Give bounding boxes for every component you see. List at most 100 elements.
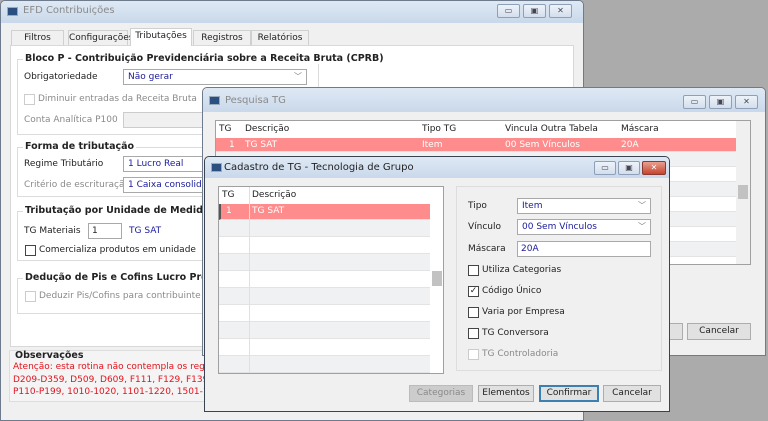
select-value: Item	[522, 201, 543, 211]
table-row[interactable]	[219, 254, 430, 271]
vinculo-select[interactable]: 00 Sem Vínculos ﹀	[517, 219, 651, 235]
select-value: 00 Sem Vínculos	[522, 222, 597, 232]
regime-select[interactable]: 1 Lucro Real	[123, 156, 213, 172]
obrigatoriedade-select[interactable]: Não gerar ﹀	[123, 69, 307, 85]
cell: 20A	[621, 140, 639, 150]
label: Regime Tributário	[24, 159, 104, 169]
col-descricao[interactable]: Descrição	[249, 187, 296, 203]
checkbox-label: TG Conversora	[482, 328, 549, 338]
tg-description: TG SAT	[129, 226, 162, 236]
chevron-down-icon: ﹀	[638, 222, 646, 231]
col-tg[interactable]: TG	[219, 187, 234, 203]
grid-header: TG Descrição	[219, 187, 430, 203]
window-title: Pesquisa TG	[225, 95, 286, 106]
tab-relatorios[interactable]: Relatórios	[251, 30, 309, 46]
scroll-thumb[interactable]	[738, 185, 748, 199]
table-row[interactable]: 1 TG SAT	[219, 204, 430, 220]
criterio-select[interactable]: 1 Caixa consolidado	[123, 177, 218, 193]
tab-configuracoes[interactable]: Configurações	[68, 30, 133, 46]
table-row[interactable]	[219, 220, 430, 237]
col-mascara[interactable]: Máscara	[618, 121, 659, 137]
col-tg[interactable]: TG	[216, 121, 231, 137]
confirmar-button[interactable]: Confirmar	[539, 385, 599, 402]
checkbox-label: Varia por Empresa	[482, 307, 565, 317]
cell: TG SAT	[245, 140, 278, 150]
tab-filtros[interactable]: Filtros	[11, 30, 64, 46]
minimize-icon[interactable]: ▭	[497, 4, 520, 18]
app-icon	[211, 163, 222, 172]
title-bar: Cadastro de TG - Tecnologia de Grupo ▭ ▣…	[205, 157, 669, 178]
checkbox-label: Utiliza Categorias	[482, 265, 562, 275]
close-icon[interactable]: ✕	[642, 161, 666, 175]
mascara-input[interactable]: 20A	[517, 241, 651, 257]
close-icon[interactable]: ✕	[735, 95, 758, 109]
minimize-icon[interactable]: ▭	[594, 161, 616, 175]
window-title: EFD Contribuições	[23, 5, 115, 16]
cadastro-window: Cadastro de TG - Tecnologia de Grupo ▭ ▣…	[204, 156, 670, 412]
column-divider	[249, 187, 250, 373]
label: Diminuir entradas da Receita Bruta	[38, 94, 197, 104]
obs-title: Observações	[15, 350, 84, 361]
cadastro-grid[interactable]: TG Descrição 1 TG SAT	[218, 186, 444, 374]
table-row[interactable]	[219, 339, 430, 356]
categorias-button[interactable]: Categorias	[409, 385, 473, 402]
tab-tributacoes[interactable]: Tributações	[130, 28, 192, 46]
cell: TG SAT	[252, 206, 285, 216]
label: TG Materiais	[24, 226, 81, 236]
checkbox[interactable]	[468, 349, 479, 360]
checkbox[interactable]	[468, 265, 479, 276]
title-bar: Pesquisa TG ▭ ▣ ✕	[203, 88, 765, 112]
scrollbar[interactable]	[736, 121, 750, 264]
minimize-icon[interactable]: ▭	[683, 95, 706, 109]
elementos-button[interactable]: Elementos	[478, 385, 534, 402]
checkbox[interactable]	[468, 307, 479, 318]
pesquisa-cancel-button[interactable]: Cancelar	[687, 323, 751, 340]
table-row[interactable]	[219, 237, 430, 254]
app-icon	[7, 7, 18, 16]
title-bar: EFD Contribuições ▭ ▣ ✕	[1, 1, 583, 23]
maximize-icon[interactable]: ▣	[618, 161, 640, 175]
table-row[interactable]	[219, 305, 430, 322]
scroll-thumb[interactable]	[432, 271, 442, 286]
deduzir-checkbox[interactable]	[25, 291, 36, 302]
scrollbar[interactable]	[430, 187, 443, 373]
tipo-select[interactable]: Item ﹀	[517, 198, 651, 214]
diminuir-checkbox[interactable]	[24, 94, 35, 105]
cell: 00 Sem Vínculos	[505, 140, 580, 150]
close-icon[interactable]: ✕	[549, 4, 572, 18]
checkbox[interactable]: ✓	[468, 286, 479, 297]
maximize-icon[interactable]: ▣	[709, 95, 732, 109]
label: Conta Analítica P100	[24, 115, 118, 125]
group-title: Bloco P - Contribuição Previdenciária so…	[23, 53, 386, 64]
grid-header: TG Descrição Tipo TG Vincula Outra Tabel…	[216, 121, 736, 137]
table-row[interactable]	[219, 271, 430, 288]
checkbox-label: TG Controladoria	[482, 349, 559, 359]
chevron-down-icon: ﹀	[294, 72, 302, 81]
table-row[interactable]	[219, 288, 430, 305]
cell: 1	[226, 206, 232, 216]
checkbox-label: Código Único	[482, 286, 542, 296]
comercializa-checkbox[interactable]	[25, 245, 36, 256]
checkbox[interactable]	[468, 328, 479, 339]
app-icon	[209, 96, 220, 105]
cell: 1	[229, 140, 235, 150]
cancelar-button[interactable]: Cancelar	[603, 385, 661, 402]
tab-registros[interactable]: Registros	[193, 30, 251, 46]
label: Comercializa produtos em unidade	[39, 245, 196, 255]
table-row[interactable]: 1 TG SAT Item 00 Sem Vínculos 20A	[216, 138, 736, 152]
col-vincula[interactable]: Vincula Outra Tabela	[502, 121, 598, 137]
maximize-icon[interactable]: ▣	[523, 4, 546, 18]
table-row[interactable]	[219, 356, 430, 373]
table-row[interactable]	[219, 322, 430, 339]
chevron-down-icon: ﹀	[638, 201, 646, 210]
select-value: 1 Lucro Real	[128, 159, 184, 169]
group-title: Forma de tributação	[23, 141, 137, 152]
label: Obrigatoriedade	[24, 72, 98, 82]
select-value: Não gerar	[128, 72, 173, 82]
tg-materiais-input[interactable]: 1	[88, 223, 122, 239]
label: Critério de escrituração	[24, 180, 131, 190]
col-descricao[interactable]: Descrição	[242, 121, 289, 137]
cell: Item	[422, 140, 443, 150]
conta-analitica-input[interactable]	[123, 112, 213, 128]
col-tipo[interactable]: Tipo TG	[419, 121, 456, 137]
